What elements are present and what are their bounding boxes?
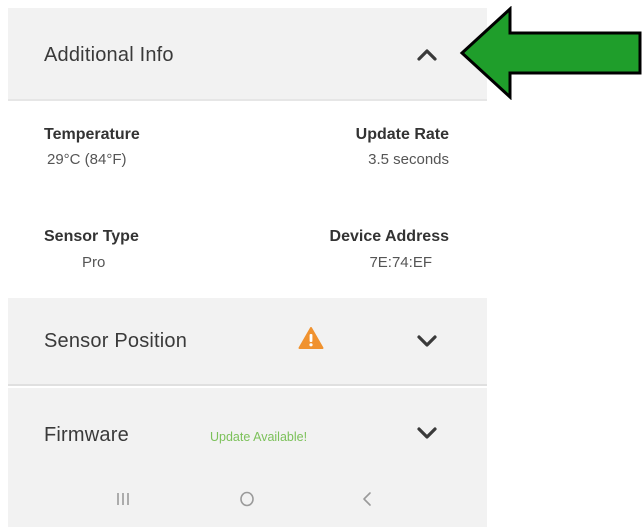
firmware-header[interactable]: Firmware Update Available! — [8, 388, 487, 474]
device-address-value: 7E:74:EF — [369, 254, 432, 271]
home-icon[interactable] — [230, 484, 264, 514]
sensor-type-label: Sensor Type — [44, 228, 139, 245]
chevron-down-icon[interactable] — [416, 334, 438, 348]
update-rate-label: Update Rate — [355, 126, 449, 143]
update-rate-value: 3.5 seconds — [368, 151, 449, 168]
warning-triangle-icon — [298, 326, 324, 350]
device-address-label: Device Address — [329, 228, 449, 245]
sensor-type-value: Pro — [82, 254, 106, 271]
additional-info-header[interactable]: Additional Info — [8, 8, 487, 101]
recents-icon[interactable] — [106, 484, 140, 514]
system-navigation-bar — [8, 474, 487, 527]
firmware-update-status: Update Available! — [210, 430, 308, 444]
sensor-details-panel: Additional Info Temperature 29°C (84°F) … — [8, 8, 487, 527]
temperature-value: 29°C (84°F) — [47, 151, 127, 168]
back-icon[interactable] — [350, 484, 384, 514]
screen: Additional Info Temperature 29°C (84°F) … — [0, 0, 644, 531]
firmware-title: Firmware — [44, 424, 129, 446]
chevron-up-icon[interactable] — [416, 48, 438, 62]
sensor-position-title: Sensor Position — [44, 330, 188, 352]
temperature-label: Temperature — [44, 126, 140, 143]
sensor-position-header[interactable]: Sensor Position — [8, 298, 487, 386]
additional-info-title: Additional Info — [44, 44, 174, 66]
chevron-down-icon[interactable] — [416, 426, 438, 440]
annotation-arrow — [458, 5, 644, 101]
